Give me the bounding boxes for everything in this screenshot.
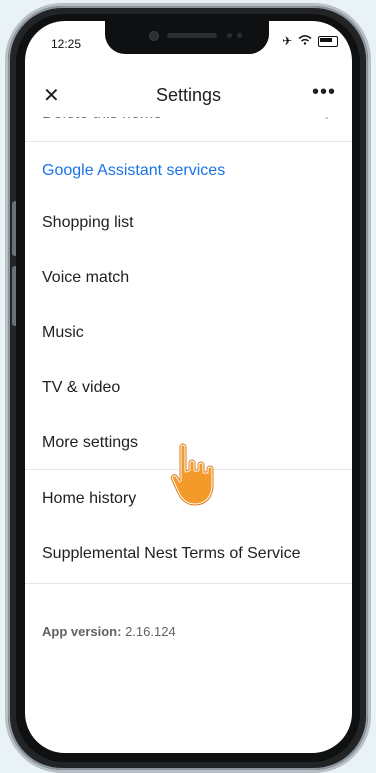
hand-pointer-icon — [170, 442, 215, 507]
app-bar: ✕ Settings ••• — [25, 71, 352, 117]
status-time: 12:25 — [51, 37, 82, 51]
speaker-icon — [167, 33, 217, 38]
phone-screen: 12:25 ✈ ✕ Settings ••• Delete this home … — [25, 21, 352, 753]
list-item-more-settings[interactable]: More settings — [42, 434, 138, 452]
list-item-voice-match[interactable]: Voice match — [42, 269, 129, 287]
list-item-shopping-list[interactable]: Shopping list — [42, 214, 134, 232]
settings-list: Delete this home › Google Assistant serv… — [25, 105, 352, 753]
wifi-icon — [298, 34, 312, 48]
notch — [105, 21, 269, 54]
airplane-icon: ✈ — [281, 34, 292, 48]
app-version-value: 2.16.124 — [125, 624, 176, 639]
section-title: Google Assistant services — [42, 162, 226, 179]
divider — [25, 583, 352, 584]
sensor-icon — [237, 33, 242, 38]
list-item-tv-video[interactable]: TV & video — [42, 379, 120, 397]
app-version-label: App version: — [42, 624, 122, 639]
more-icon[interactable]: ••• — [312, 81, 336, 104]
list-item-home-history[interactable]: Home history — [42, 490, 136, 508]
page-title: Settings — [155, 85, 222, 105]
status-icons: ✈ — [282, 34, 338, 48]
camera-icon — [149, 31, 159, 41]
divider — [25, 141, 352, 142]
sensor-icon — [227, 33, 232, 38]
battery-icon — [318, 35, 338, 47]
list-item-supplemental-terms[interactable]: Supplemental Nest Terms of Service — [42, 545, 300, 563]
list-item-music[interactable]: Music — [42, 324, 84, 342]
app-version: App version: 2.16.124 — [42, 624, 176, 639]
